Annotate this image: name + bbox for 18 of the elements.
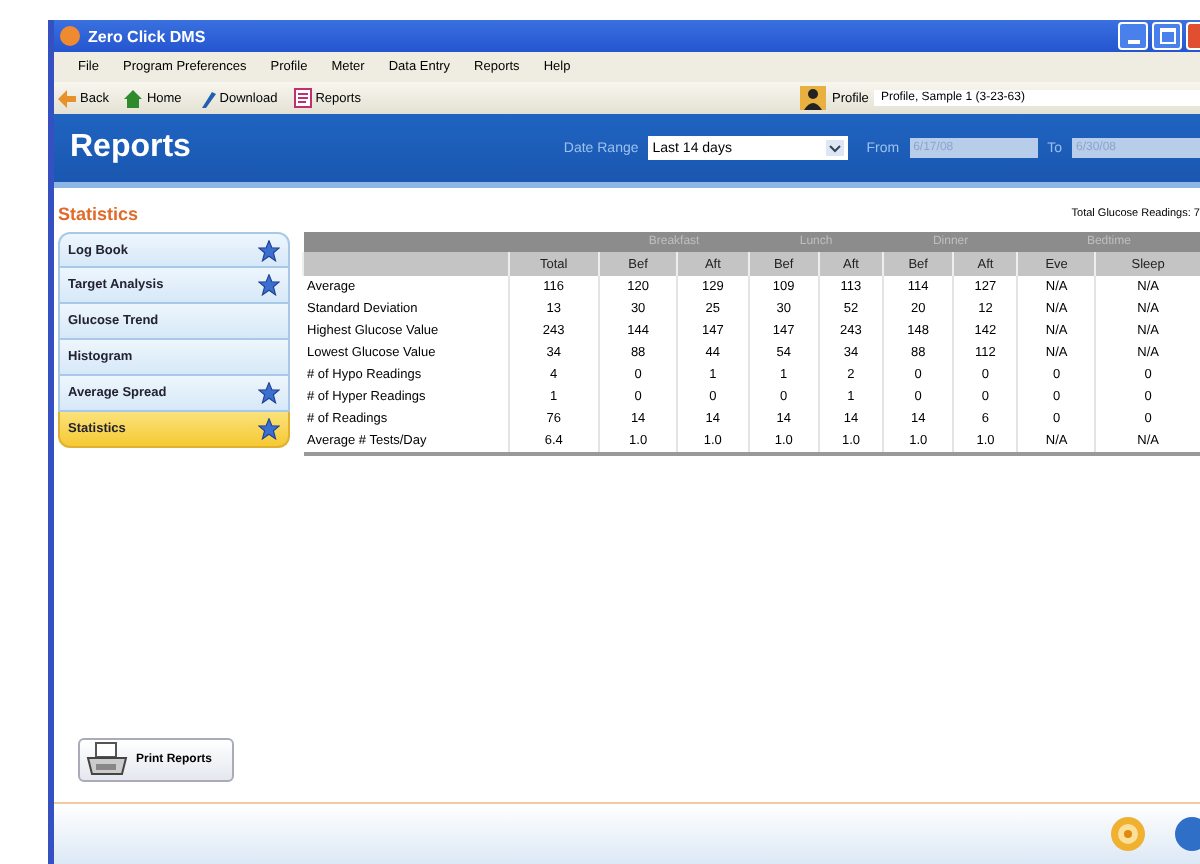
dropdown-arrow-icon [826,140,845,156]
target-icon[interactable] [1110,816,1146,852]
app-icon [60,26,80,46]
person-icon [800,86,826,110]
star-icon [258,418,280,440]
maximize-button[interactable] [1152,22,1182,50]
page-title: Reports [70,130,191,166]
star-icon [258,239,280,261]
back-arrow-icon [58,89,76,107]
house-icon [124,89,143,107]
document-icon [293,88,312,108]
window-title: Zero Click DMS [88,27,206,45]
minimize-button[interactable] [1118,22,1148,50]
close-button[interactable] [1186,22,1200,50]
star-icon [258,274,280,296]
printer-icon [86,742,130,778]
star-icon [258,382,280,404]
section-title: Statistics [58,204,139,224]
